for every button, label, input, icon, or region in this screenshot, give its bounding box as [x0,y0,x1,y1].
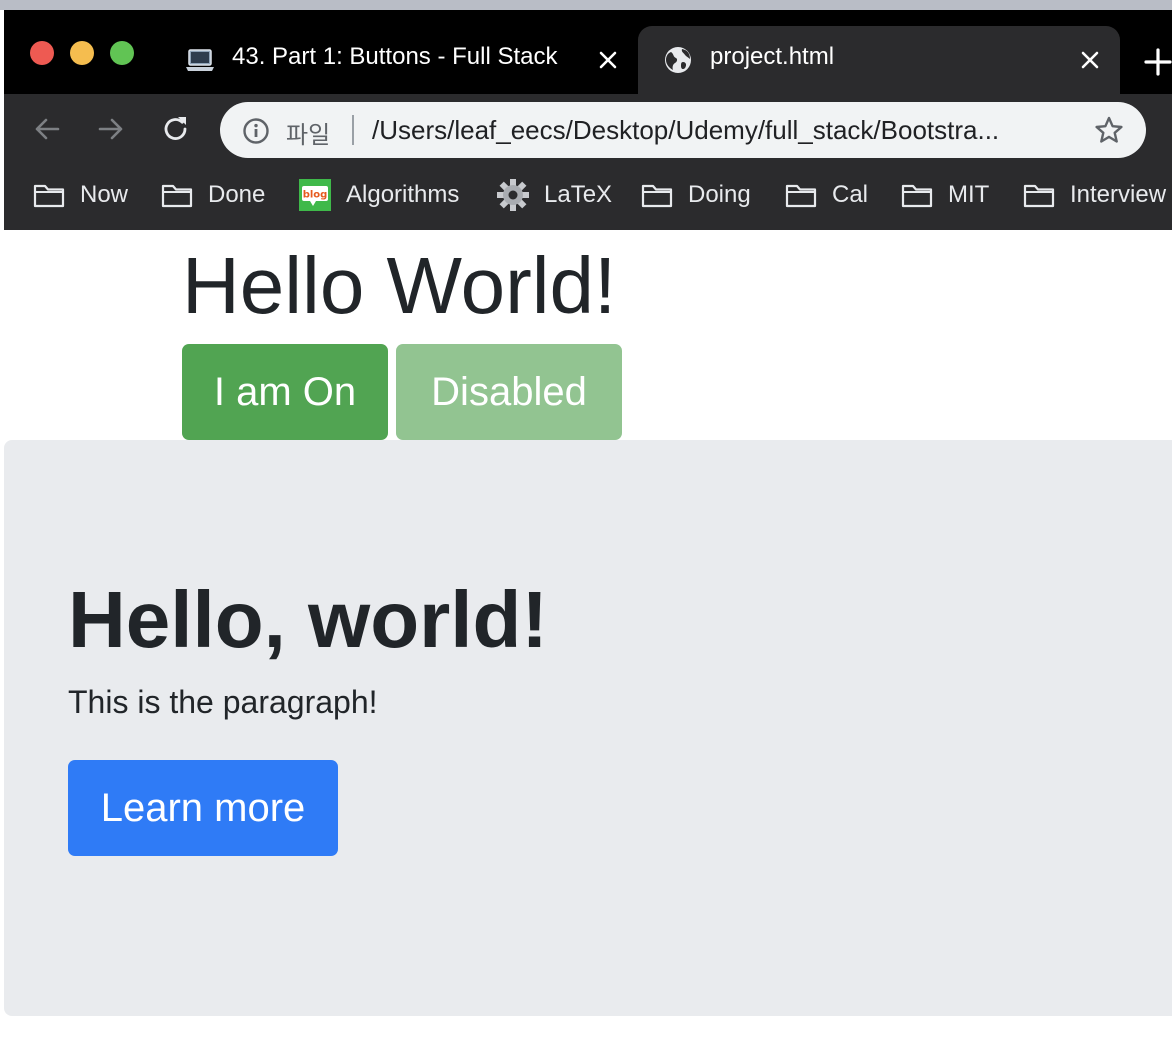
close-icon[interactable] [596,48,620,72]
window-maximize-button[interactable] [110,41,134,65]
browser-window: 43. Part 1: Buttons - Full Stack project… [4,10,1172,1054]
folder-icon [32,180,66,210]
bookmark-algorithms[interactable]: blog Algorithms [298,178,459,212]
url-scheme-label: 파일 [286,121,331,149]
bookmark-interview[interactable]: Interview [1022,178,1166,212]
window-close-button[interactable] [30,41,54,65]
svg-text:blog: blog [303,190,328,201]
address-divider [352,115,354,145]
address-bar[interactable]: 파일 /Users/leaf_eecs/Desktop/Udemy/full_s… [220,102,1146,158]
bookmark-label: Algorithms [346,181,460,208]
blog-icon: blog [298,179,332,211]
folder-icon [900,180,934,210]
close-icon[interactable] [1078,48,1102,72]
tab-project-html[interactable]: project.html [638,26,1120,94]
jumbotron-paragraph: This is the paragraph! [68,684,378,720]
jumbotron-title: Hello, world! [68,575,548,664]
browser-toolbar: 파일 /Users/leaf_eecs/Desktop/Udemy/full_s… [4,94,1172,164]
bookmark-label: Cal [832,181,869,208]
folder-icon [640,180,674,210]
url-text[interactable]: /Users/leaf_eecs/Desktop/Udemy/full_stac… [372,115,1072,146]
tab-udemy-lecture[interactable]: 43. Part 1: Buttons - Full Stack [164,26,638,94]
folder-icon [784,180,818,210]
bookmark-doing[interactable]: Doing [640,178,751,212]
info-icon[interactable] [242,117,270,145]
page-content: Hello World! I am On Disabled Hello, wor… [4,230,1172,1054]
forward-arrow-icon[interactable] [94,112,128,146]
tab-title: project.html [710,43,835,70]
bookmarks-bar: Now Done blog Algorithms LaTeX Doing Cal… [4,164,1172,230]
bookmark-label: MIT [948,181,990,208]
back-arrow-icon[interactable] [30,112,64,146]
bookmark-label: Interview [1070,181,1167,208]
i-am-on-button[interactable]: I am On [182,344,388,440]
bookmark-label: Now [80,181,129,208]
bookmark-latex[interactable]: LaTeX [496,178,612,212]
jumbotron: Hello, world! This is the paragraph! Lea… [4,440,1172,1016]
learn-more-button[interactable]: Learn more [68,760,338,856]
page-title: Hello World! [182,241,617,330]
bookmark-label: Done [208,181,266,208]
gear-icon [496,179,530,211]
bookmark-label: Doing [688,181,751,208]
bookmark-done[interactable]: Done [160,178,265,212]
plus-icon[interactable] [1144,48,1172,76]
bookmark-mit[interactable]: MIT [900,178,989,212]
bookmark-now[interactable]: Now [32,178,128,212]
bookmark-cal[interactable]: Cal [784,178,868,212]
bookmark-label: LaTeX [544,181,613,208]
laptop-icon [184,46,216,74]
globe-icon [662,46,694,74]
folder-icon [160,180,194,210]
reload-icon[interactable] [159,112,193,146]
window-minimize-button[interactable] [70,41,94,65]
bookmark-star-icon[interactable] [1094,115,1124,145]
folder-icon [1022,180,1056,210]
title-bar: 43. Part 1: Buttons - Full Stack project… [4,10,1172,94]
disabled-button: Disabled [396,344,622,440]
tab-title: 43. Part 1: Buttons - Full Stack [232,43,558,70]
desktop-background [0,0,1172,10]
